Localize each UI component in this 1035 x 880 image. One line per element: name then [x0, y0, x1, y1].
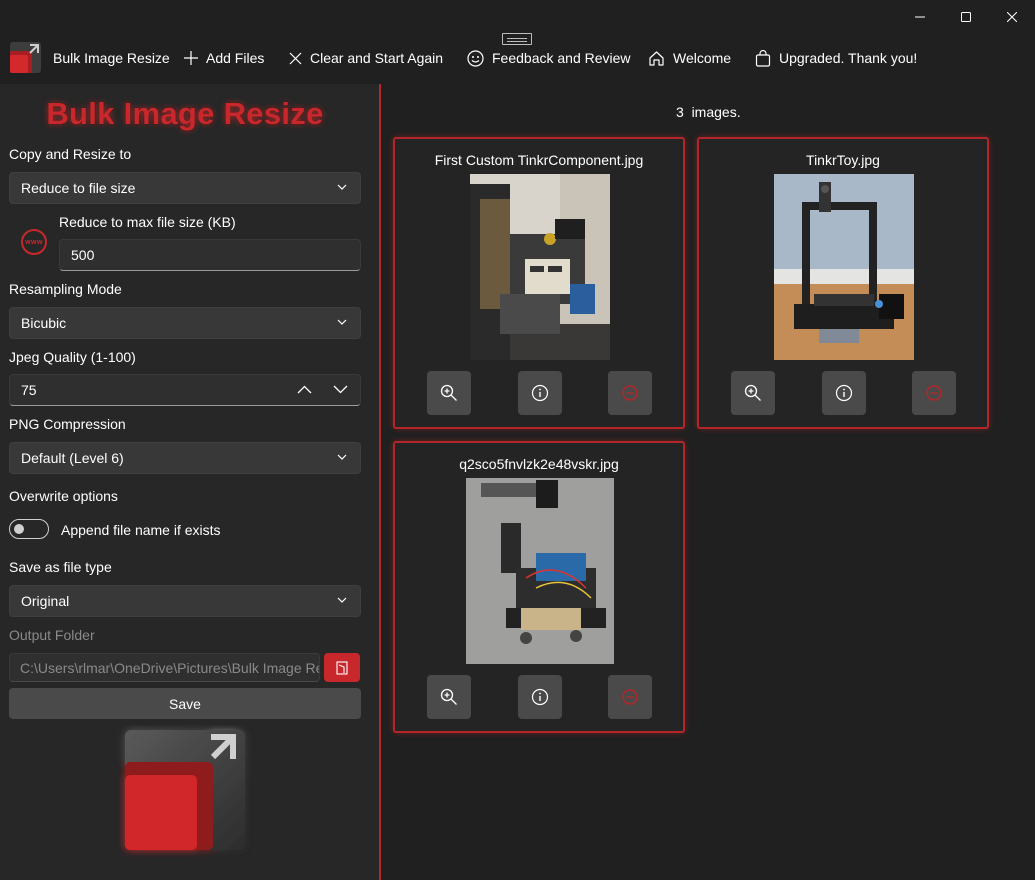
- maximize-icon: [961, 12, 971, 22]
- output-folder-value: C:\Users\rlmar\OneDrive\Pictures\Bulk Im…: [20, 659, 320, 676]
- jpeg-quality-stepper[interactable]: 75: [9, 374, 361, 406]
- image-card: q2sco5fnvlzk2e48vskr.jpg: [393, 441, 685, 733]
- image-card-title: First Custom TinkrComponent.jpg: [434, 152, 644, 168]
- add-files-label: Add Files: [206, 50, 265, 66]
- chevron-down-icon: [337, 597, 347, 603]
- save-label: Save: [169, 695, 201, 712]
- remove-icon: [926, 385, 942, 401]
- shopping-bag-icon: [755, 49, 771, 67]
- smiley-icon: [467, 49, 484, 67]
- add-files-button[interactable]: Add Files: [184, 46, 264, 70]
- max-size-label: Reduce to max file size (KB): [59, 214, 236, 230]
- app-heading: Bulk Image Resize: [46, 96, 324, 131]
- image-thumbnail[interactable]: [774, 174, 914, 360]
- drag-handle-icon[interactable]: [502, 33, 532, 45]
- zoom-in-icon: [744, 384, 761, 401]
- save-button[interactable]: Save: [9, 688, 361, 719]
- clear-label: Clear and Start Again: [310, 50, 444, 66]
- chevron-down-icon: [337, 184, 347, 190]
- image-thumbnail[interactable]: [466, 478, 614, 664]
- feedback-button[interactable]: Feedback and Review: [467, 46, 631, 70]
- info-button[interactable]: [822, 371, 866, 415]
- output-folder-input[interactable]: C:\Users\rlmar\OneDrive\Pictures\Bulk Im…: [9, 653, 320, 682]
- home-icon: [649, 50, 664, 66]
- file-type-label: Save as file type: [9, 559, 112, 575]
- maximize-button[interactable]: [943, 0, 989, 34]
- remove-button[interactable]: [608, 371, 652, 415]
- minimize-button[interactable]: [897, 0, 943, 34]
- feedback-label: Feedback and Review: [492, 50, 631, 66]
- append-toggle[interactable]: [9, 519, 49, 539]
- close-button[interactable]: [989, 0, 1035, 34]
- output-folder-label: Output Folder: [9, 627, 95, 643]
- chevron-up-icon[interactable]: [297, 385, 312, 394]
- overwrite-label: Overwrite options: [9, 488, 118, 504]
- copy-resize-label: Copy and Resize to: [9, 146, 132, 162]
- zoom-button[interactable]: [427, 675, 471, 719]
- browse-folder-button[interactable]: [324, 653, 360, 682]
- zoom-button[interactable]: [427, 371, 471, 415]
- jpeg-quality-label: Jpeg Quality (1-100): [9, 349, 136, 365]
- zoom-in-icon: [440, 384, 457, 401]
- jpeg-quality-value: 75: [21, 382, 37, 398]
- welcome-label: Welcome: [673, 50, 732, 66]
- chevron-down-icon: [337, 319, 347, 325]
- app-window: Bulk Image Resize Add Files Clear and St…: [0, 0, 1035, 880]
- menu-app-name[interactable]: Bulk Image Resize: [53, 46, 170, 70]
- plus-icon: [184, 51, 198, 65]
- app-large-logo-icon: [125, 730, 245, 850]
- image-card: First Custom TinkrComponent.jpg: [393, 137, 685, 429]
- file-type-value: Original: [21, 593, 70, 609]
- remove-icon: [622, 385, 638, 401]
- chevron-down-icon[interactable]: [333, 385, 348, 394]
- remove-icon: [622, 689, 638, 705]
- image-count-label: 3 images.: [676, 104, 741, 120]
- image-card-title: q2sco5fnvlzk2e48vskr.jpg: [459, 456, 619, 472]
- info-icon: [835, 384, 853, 402]
- remove-button[interactable]: [608, 675, 652, 719]
- append-label: Append file name if exists: [61, 522, 221, 538]
- copy-resize-dropdown[interactable]: Reduce to file size: [9, 172, 361, 204]
- image-card-title: TinkrToy.jpg: [806, 152, 880, 168]
- info-button[interactable]: [518, 675, 562, 719]
- copy-resize-value: Reduce to file size: [21, 180, 136, 196]
- file-type-dropdown[interactable]: Original: [9, 585, 361, 617]
- title-bar[interactable]: Bulk Image Resize Add Files Clear and St…: [0, 0, 1035, 84]
- resampling-label: Resampling Mode: [9, 281, 122, 297]
- png-compression-dropdown[interactable]: Default (Level 6): [9, 442, 361, 474]
- close-icon: [1007, 12, 1017, 22]
- png-compression-label: PNG Compression: [9, 416, 126, 432]
- zoom-in-icon: [440, 688, 457, 705]
- clear-button[interactable]: Clear and Start Again: [289, 46, 443, 70]
- www-icon: www: [21, 229, 47, 255]
- window-controls: [897, 0, 1035, 34]
- info-icon: [531, 384, 549, 402]
- upgraded-label: Upgraded. Thank you!: [779, 50, 918, 66]
- upgraded-button[interactable]: Upgraded. Thank you!: [755, 46, 917, 70]
- resampling-value: Bicubic: [21, 315, 67, 331]
- menu-app-name-label: Bulk Image Resize: [53, 50, 170, 66]
- info-button[interactable]: [518, 371, 562, 415]
- png-compression-value: Default (Level 6): [21, 450, 124, 466]
- zoom-button[interactable]: [731, 371, 775, 415]
- app-logo-icon: [10, 42, 41, 73]
- max-size-input[interactable]: 500: [59, 239, 361, 271]
- close-x-icon: [289, 52, 302, 64]
- info-icon: [531, 688, 549, 706]
- folder-open-icon: [336, 660, 348, 675]
- max-size-value: 500: [71, 247, 95, 263]
- image-thumbnail[interactable]: [470, 174, 610, 360]
- minimize-icon: [915, 16, 925, 18]
- resampling-dropdown[interactable]: Bicubic: [9, 307, 361, 339]
- remove-button[interactable]: [912, 371, 956, 415]
- welcome-button[interactable]: Welcome: [648, 46, 731, 70]
- chevron-down-icon: [337, 454, 347, 460]
- image-card: TinkrToy.jpg: [697, 137, 989, 429]
